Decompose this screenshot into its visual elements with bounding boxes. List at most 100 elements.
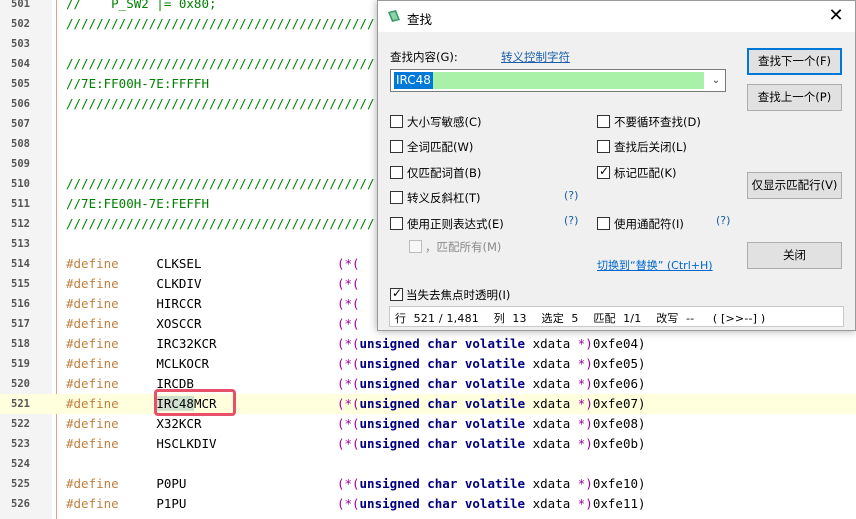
code-token: xdata	[525, 396, 578, 411]
show-matching-lines-button[interactable]: 仅显示匹配行(V)	[747, 172, 842, 199]
code-token: (*(	[336, 496, 360, 511]
case-sensitive-checkbox[interactable]	[390, 115, 403, 128]
close-button[interactable]: 关闭	[747, 242, 842, 269]
code-token: #define	[66, 436, 157, 451]
switch-to-replace-link[interactable]: 切换到“替换” (Ctrl+H)	[597, 257, 713, 273]
code-token: #define	[66, 496, 157, 511]
code-token: IRC32KCR	[156, 336, 337, 351]
line-number: 521	[11, 398, 30, 410]
close-icon[interactable]: ✕	[824, 5, 848, 27]
code-line[interactable]: 523 #define HSCLKDIV (*(unsigned char vol…	[0, 434, 856, 454]
match-all-checkbox	[409, 240, 422, 253]
code-token: ////////////////////////////////////////…	[66, 96, 375, 111]
code-token: (*(	[336, 296, 360, 311]
line-number: 517	[11, 318, 30, 330]
dialog-titlebar[interactable]: 查找 ✕	[378, 1, 855, 32]
line-number: 525	[11, 478, 30, 490]
line-number: 522	[11, 418, 30, 430]
whole-word-label: 全词匹配(W)	[407, 140, 474, 154]
word-start-checkbox[interactable]	[390, 166, 403, 179]
code-line[interactable]: 525 #define P0PU (*(unsigned char volatil…	[0, 474, 856, 494]
chevron-down-icon[interactable]: ⌄	[709, 72, 723, 89]
mark-matches-checkbox[interactable]	[597, 164, 610, 179]
code-line[interactable]: 522 #define X32KCR (*(unsigned char volat…	[0, 414, 856, 434]
find-prev-button[interactable]: 查找上一个(P)	[747, 84, 842, 111]
find-what-value: IRC48	[394, 72, 433, 89]
code-token: (*(	[336, 396, 360, 411]
line-number: 519	[11, 358, 30, 370]
code-token: 0xfe10)	[592, 476, 646, 491]
line-number: 513	[11, 238, 30, 250]
code-token: P1PU	[156, 496, 337, 511]
code-token: xdata	[525, 496, 578, 511]
code-token: ////////////////////////////////////////…	[66, 16, 375, 31]
wildcard-help[interactable]: (?)	[716, 214, 730, 227]
code-token: MCLKOCR	[156, 356, 337, 371]
code-token: XOSCCR	[156, 316, 337, 331]
code-token: ////////////////////////////////////////…	[66, 56, 375, 71]
line-number: 506	[11, 98, 30, 110]
code-token: 0xfe0b)	[592, 436, 646, 451]
code-token: *)	[577, 416, 593, 431]
find-what-input[interactable]: IRC48	[394, 72, 704, 89]
code-text: #define HIRCCR (*(	[66, 294, 360, 314]
code-text: #define CLKSEL (*(	[66, 254, 360, 274]
code-token: ////////////////////////////////////////…	[66, 176, 375, 191]
code-line[interactable]: 524	[0, 454, 856, 474]
escape-chars-link[interactable]: 转义控制字符	[501, 49, 570, 65]
code-token: unsigned char volatile	[359, 416, 526, 431]
code-token: 0xfe04)	[592, 336, 646, 351]
code-text: #define IRC48MCR (*(unsigned char volati…	[66, 394, 646, 414]
code-token: unsigned char volatile	[359, 376, 526, 391]
code-token: (*(	[336, 416, 360, 431]
line-number: 516	[11, 298, 30, 310]
code-text: ////////////////////////////////////////…	[66, 54, 375, 74]
status-text: 行 521 / 1,481 列 13 选定 5 匹配 1/1 改写 -- ( […	[395, 312, 766, 325]
code-token: xdata	[525, 416, 578, 431]
line-number: 514	[11, 258, 30, 270]
code-text: ////////////////////////////////////////…	[66, 14, 375, 34]
line-number: 502	[11, 18, 30, 30]
code-text: #define IRC32KCR (*(unsigned char volati…	[66, 334, 646, 354]
code-token: unsigned char volatile	[359, 336, 526, 351]
case-sensitive-label: 大小写敏感(C)	[407, 115, 482, 129]
whole-word-checkbox[interactable]	[390, 140, 403, 153]
regex-help[interactable]: (?)	[564, 214, 578, 227]
code-text: #define IRCDB (*(unsigned char volatile …	[66, 374, 646, 394]
code-text: #define CLKDIV (*(	[66, 274, 360, 294]
code-text: #define XOSCCR (*(	[66, 314, 360, 334]
code-token: X32KCR	[156, 416, 337, 431]
code-text: #define MCLKOCR (*(unsigned char volatil…	[66, 354, 646, 374]
code-line[interactable]: 520 #define IRCDB (*(unsigned char volati…	[0, 374, 856, 394]
find-dialog[interactable]: 查找 ✕ 查找内容(G): 转义控制字符 IRC48 ⌄ 查找下一个(F) 查找…	[377, 0, 856, 331]
no-wrap-checkbox[interactable]	[597, 115, 610, 128]
regex-checkbox[interactable]	[390, 217, 403, 230]
code-token: (*(	[336, 316, 360, 331]
code-token: 0xfe06)	[592, 376, 646, 391]
code-token: HIRCCR	[156, 296, 337, 311]
find-what-combo[interactable]: IRC48 ⌄	[390, 69, 726, 92]
escape-backslash-checkbox[interactable]	[390, 191, 403, 204]
escape-backslash-help[interactable]: (?)	[564, 189, 578, 202]
wildcard-checkbox[interactable]	[597, 217, 610, 230]
code-token: xdata	[525, 436, 578, 451]
code-token: #define	[66, 296, 157, 311]
close-after-find-checkbox[interactable]	[597, 140, 610, 153]
code-token: unsigned char volatile	[359, 476, 526, 491]
transparent-checkbox[interactable]	[390, 286, 403, 301]
code-line[interactable]: 526 #define P1PU (*(unsigned char volatil…	[0, 494, 856, 514]
code-token: P0PU	[156, 476, 337, 491]
code-token: *)	[577, 356, 593, 371]
code-token: (*(	[336, 336, 360, 351]
find-what-label: 查找内容(G):	[390, 50, 458, 64]
code-token: unsigned char volatile	[359, 496, 526, 511]
code-token: *)	[577, 336, 593, 351]
code-line[interactable]: 518 #define IRC32KCR (*(unsigned char vol…	[0, 334, 856, 354]
find-next-button[interactable]: 查找下一个(F)	[747, 48, 842, 75]
code-line[interactable]: 521 #define IRC48MCR (*(unsigned char vol…	[0, 394, 856, 414]
code-line[interactable]: 519 #define MCLKOCR (*(unsigned char vola…	[0, 354, 856, 374]
line-number: 510	[11, 178, 30, 190]
line-number: 520	[11, 378, 30, 390]
line-number: 505	[11, 78, 30, 90]
code-token: #define	[66, 336, 157, 351]
